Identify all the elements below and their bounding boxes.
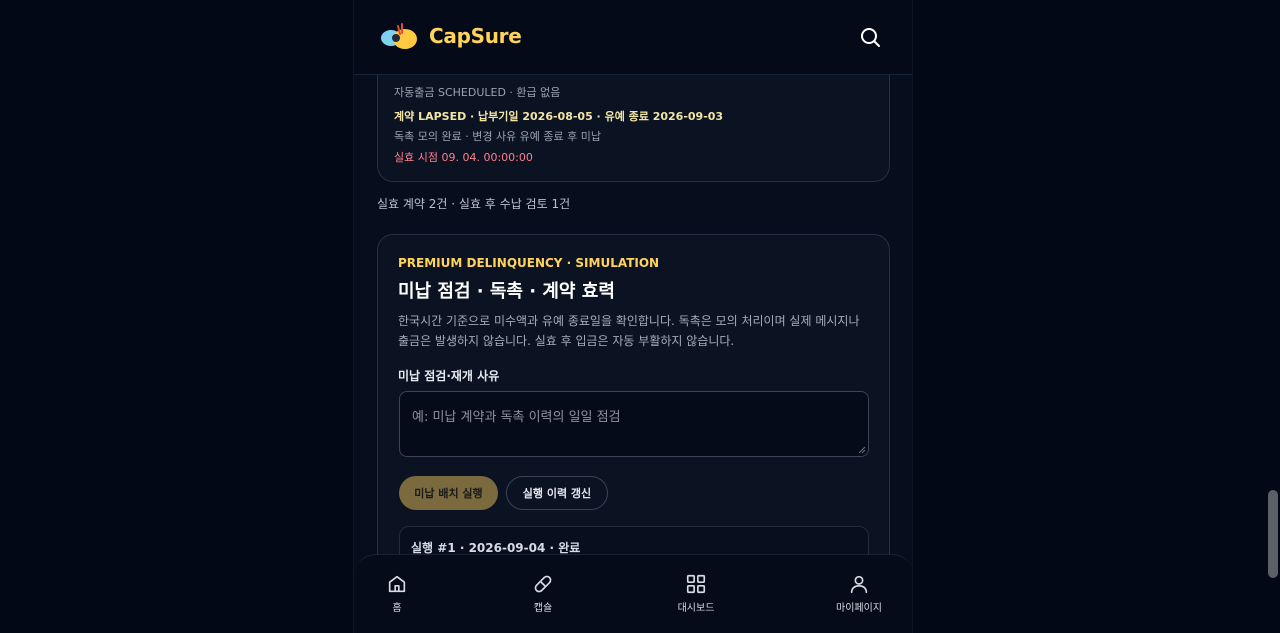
nav-label-home: 홈: [392, 603, 402, 614]
reason-placeholder: 예: 미납 계약과 독촉 이력의 일일 점검: [412, 410, 621, 425]
capsule-logo-icon[interactable]: [380, 20, 420, 52]
brand-name[interactable]: CapSure: [429, 24, 522, 48]
autopay-status: 자동출금 SCHEDULED · 환급 없음: [394, 86, 561, 99]
bottom-nav: 홈 캡슐 대시보드 마이페이지: [354, 554, 912, 633]
section-title: 미납 점검 · 독촉 · 계약 효력: [398, 281, 615, 302]
dashboard-icon: [686, 574, 706, 594]
run-batch-button[interactable]: 미납 배치 실행: [399, 476, 498, 510]
lapse-summary: 실효 계약 2건 · 실효 후 수납 검토 1건: [377, 197, 571, 211]
nav-item-capsule[interactable]: 캡슐: [503, 573, 583, 614]
app-frame: CapSure 자동출금 SCHEDULED · 환급 없음 계약 LAPSED…: [353, 0, 913, 633]
page-scrollbar[interactable]: [1268, 490, 1278, 578]
reason-label: 미납 점검·재개 사유: [398, 369, 500, 383]
top-header: CapSure: [354, 0, 912, 75]
nav-item-mypage[interactable]: 마이페이지: [819, 573, 899, 614]
user-icon: [850, 575, 868, 594]
reason-textarea[interactable]: 예: 미납 계약과 독촉 이력의 일일 점검: [399, 391, 869, 457]
lapse-time: 실효 시점 09. 04. 00:00:00: [394, 151, 533, 164]
section-eyebrow: PREMIUM DELINQUENCY · SIMULATION: [398, 256, 660, 270]
nav-label-dashboard: 대시보드: [677, 603, 715, 614]
refresh-history-button[interactable]: 실행 이력 갱신: [506, 476, 608, 510]
nav-label-mypage: 마이페이지: [836, 603, 882, 614]
nav-item-dashboard[interactable]: 대시보드: [656, 573, 736, 614]
home-icon: [388, 575, 406, 593]
nav-item-home[interactable]: 홈: [357, 573, 437, 614]
dunning-status: 독촉 모의 완료 · 변경 사유 유예 종료 후 미납: [394, 130, 602, 143]
search-icon[interactable]: [858, 25, 882, 49]
pill-icon: [534, 575, 552, 593]
resize-handle-icon[interactable]: [858, 446, 866, 454]
nav-label-capsule: 캡슐: [533, 603, 553, 614]
section-description: 한국시간 기준으로 미수액과 유예 종료일을 확인합니다. 독촉은 모의 처리이…: [398, 314, 860, 348]
contract-lapse-info: 계약 LAPSED · 납부기일 2026-08-05 · 유예 종료 2026…: [394, 110, 724, 123]
